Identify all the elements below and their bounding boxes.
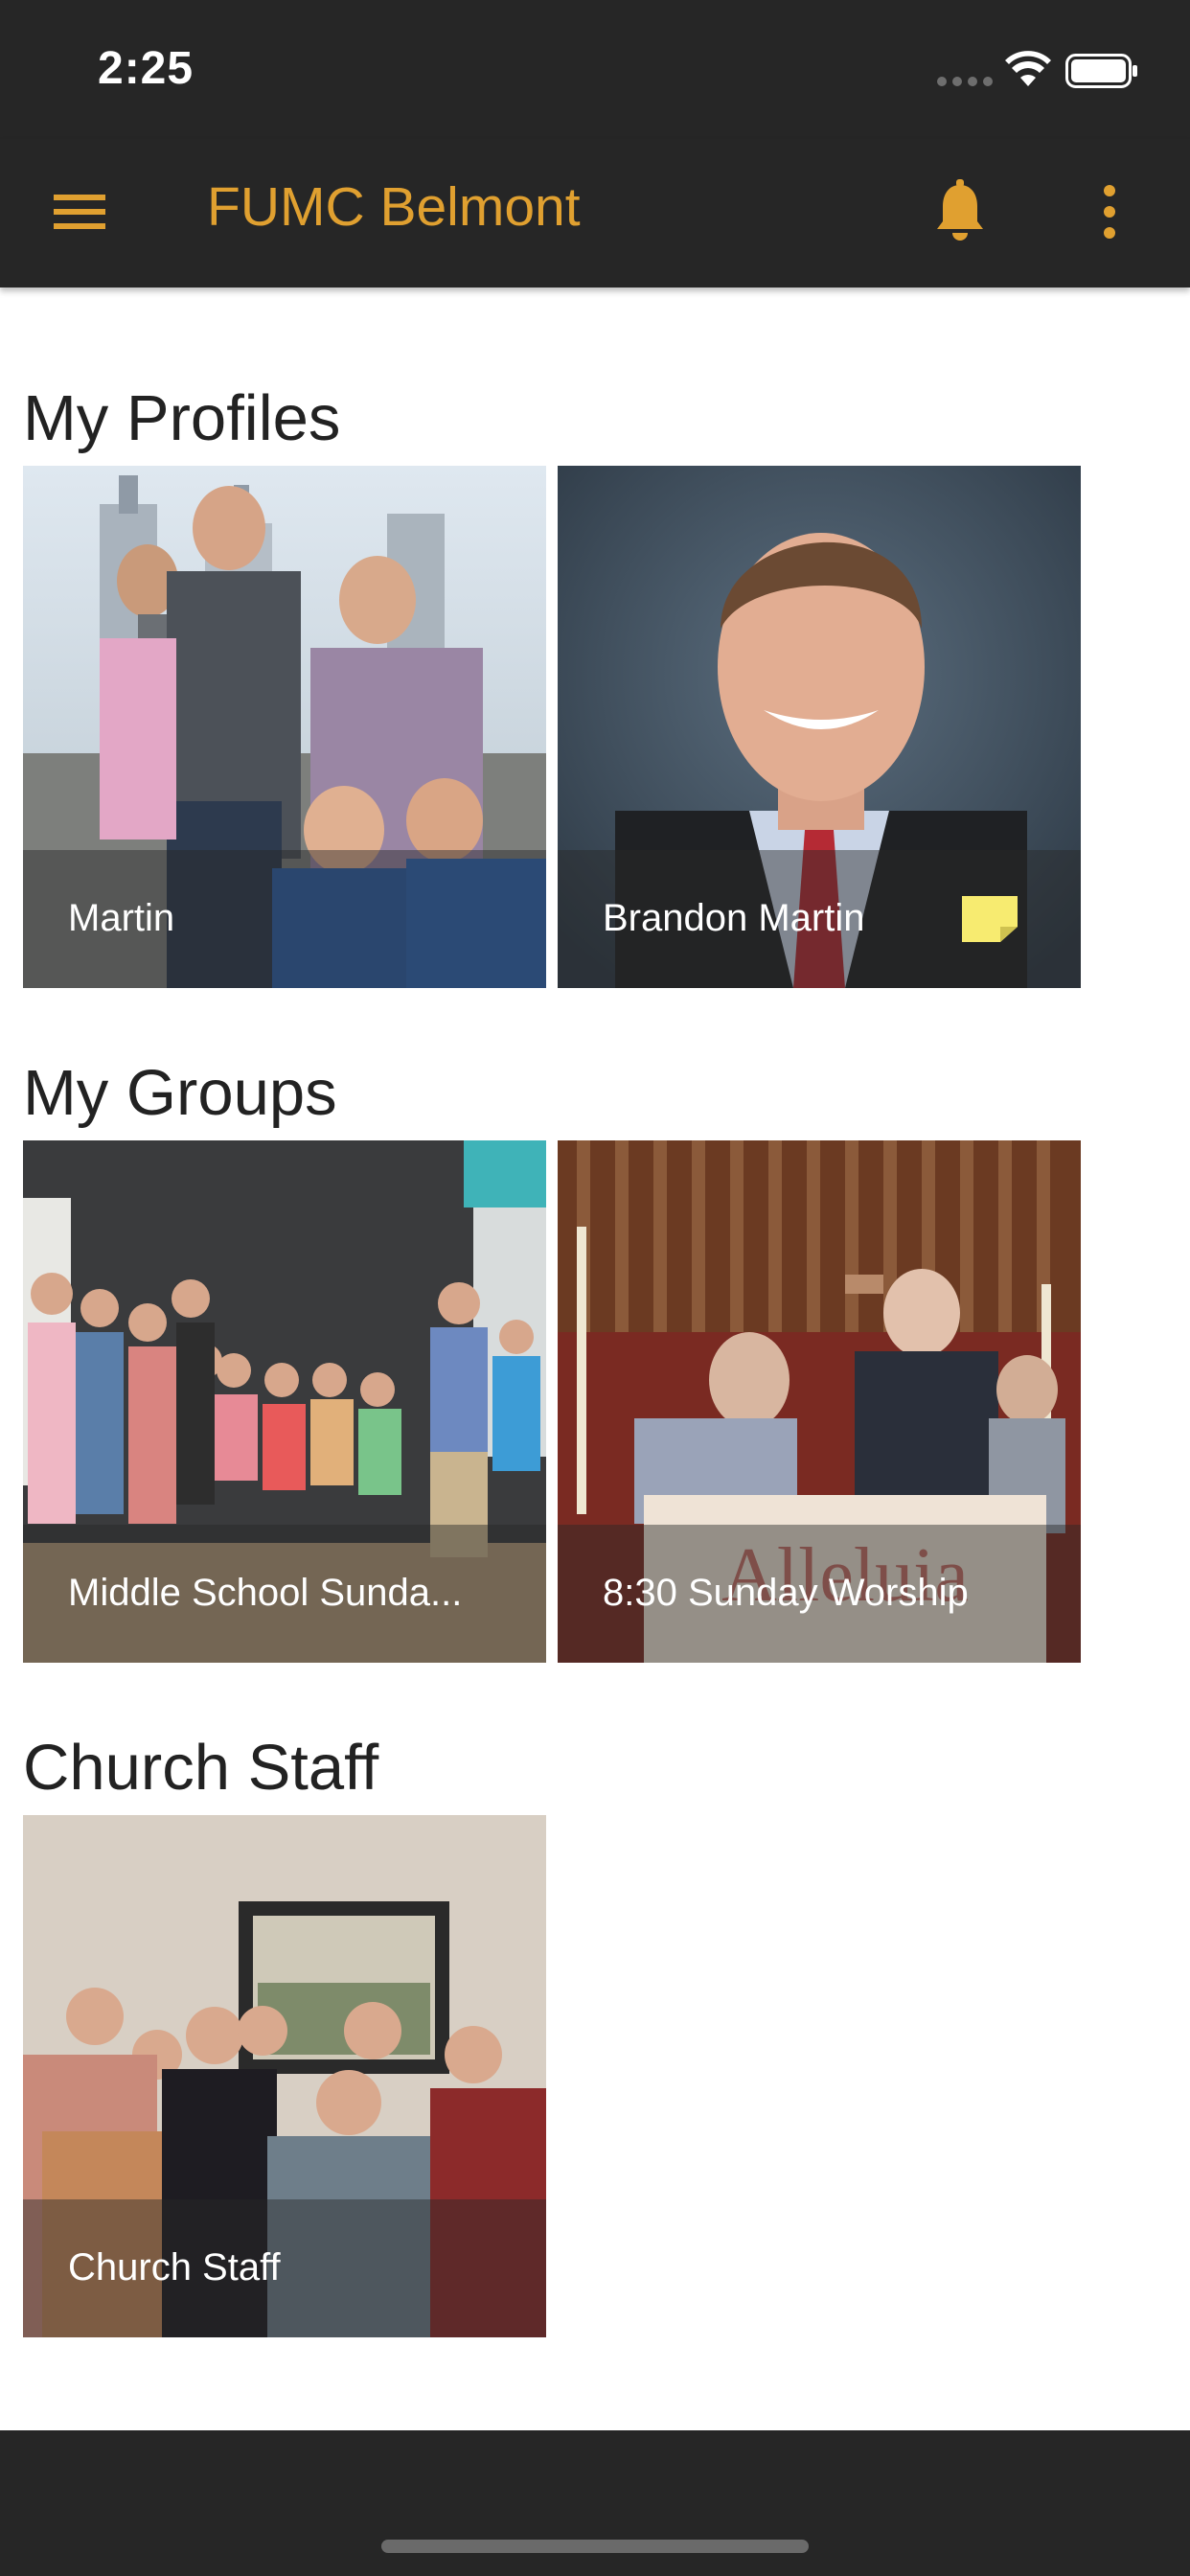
bottom-bar [0, 2430, 1190, 2576]
group-tile-middle-school[interactable]: Middle School Sunda... [23, 1140, 546, 1663]
app-title: FUMC Belmont [207, 176, 581, 238]
profile-tile-brandon-martin[interactable]: Brandon Martin [558, 466, 1081, 988]
staff-tile-church-staff[interactable]: Church Staff [23, 1815, 546, 2337]
status-time: 2:25 [98, 43, 195, 94]
status-bar: 2:25 [0, 0, 1190, 139]
section-title-my-profiles: My Profiles [23, 382, 341, 454]
cellular-signal-icon [937, 77, 993, 86]
tile-label: Brandon Martin [603, 897, 865, 939]
bell-icon[interactable] [931, 179, 989, 244]
note-icon [962, 896, 1018, 942]
wifi-icon [1005, 51, 1051, 86]
profile-tile-martin[interactable]: Martin [23, 466, 546, 988]
home-indicator[interactable] [381, 2540, 809, 2553]
group-tile-sunday-worship[interactable]: Alleluia 8:30 Sunday Worship [558, 1140, 1081, 1663]
app-bar: FUMC Belmont [0, 139, 1190, 288]
tile-label: Middle School Sunda... [68, 1572, 463, 1614]
tile-label: 8:30 Sunday Worship [603, 1572, 969, 1614]
tile-label: Church Staff [68, 2246, 281, 2288]
tile-label: Martin [68, 897, 175, 939]
section-title-church-staff: Church Staff [23, 1732, 379, 1804]
more-vertical-icon[interactable] [1096, 179, 1123, 244]
hamburger-menu-icon[interactable] [50, 189, 109, 235]
section-title-my-groups: My Groups [23, 1057, 337, 1129]
battery-icon [1065, 54, 1137, 88]
